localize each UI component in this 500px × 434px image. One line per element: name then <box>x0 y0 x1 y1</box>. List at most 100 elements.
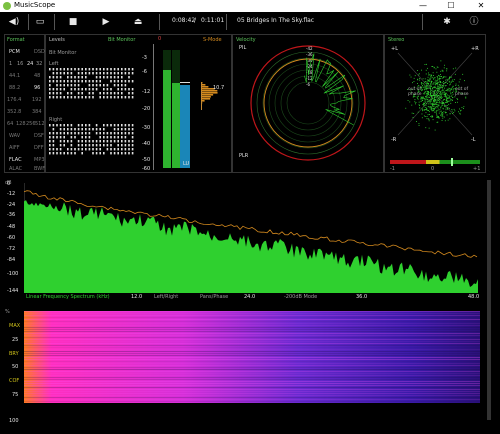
bit-cell <box>110 132 112 135</box>
spectrum-y-tick: -84 <box>7 257 16 263</box>
gonio-dot <box>418 123 420 125</box>
levels-title: Levels <box>49 37 65 43</box>
gonio-dot <box>437 88 438 90</box>
bit-cell <box>92 68 94 71</box>
bit-cell <box>106 132 109 135</box>
eject-icon[interactable]: ⏏ <box>132 16 144 28</box>
spectrum-pans-toggle[interactable]: Pans/Phase <box>200 294 228 300</box>
meter-scale: -3 -6 -12 -20 -30 -40 -50 -60 <box>142 35 154 172</box>
stop-icon[interactable]: ■ <box>67 16 79 28</box>
gonio-dot <box>458 81 460 83</box>
bit-cell <box>74 68 76 71</box>
bit-cell <box>77 80 80 83</box>
bit-cell <box>59 68 62 71</box>
gonio-dot <box>442 116 444 118</box>
info-icon[interactable]: ⓘ <box>468 16 480 28</box>
corr-max: +1 <box>473 166 481 172</box>
bit-cell <box>85 124 87 127</box>
bit-monitor-tab[interactable]: Bit Monitor <box>108 37 135 43</box>
close-button[interactable]: ✕ <box>470 0 492 12</box>
gonio-dot <box>448 103 450 105</box>
gonio-dot <box>410 76 412 78</box>
bit-cell <box>88 124 91 127</box>
gonio-dot <box>431 103 433 105</box>
gonio-dot <box>435 111 437 113</box>
gonio-dot <box>422 78 424 80</box>
play-icon[interactable]: ▶ <box>100 16 112 28</box>
scrollbar[interactable] <box>487 180 491 420</box>
bit-cell <box>106 72 109 75</box>
loudness-marker <box>180 82 190 83</box>
format-rate-96: 96 <box>34 85 41 91</box>
spectrum-mode-label[interactable]: Linear Frequency Spectrum (kHz) <box>26 294 110 300</box>
histogram-bar <box>201 106 202 108</box>
bit-cell <box>131 68 134 71</box>
bit-cell <box>92 144 94 147</box>
bit-cell <box>85 72 87 75</box>
bit-cell <box>99 152 101 155</box>
gonio-dot <box>434 94 436 96</box>
bit-cell <box>77 76 80 79</box>
format-rate-88: 88.2 <box>9 85 21 91</box>
bit-cell <box>113 96 116 99</box>
bit-cell <box>59 132 62 135</box>
bit-cell <box>106 124 109 127</box>
gonio-dot <box>438 79 440 81</box>
bit-cell <box>59 144 62 147</box>
bit-cell <box>63 128 65 131</box>
spectrogram-row <box>24 363 480 364</box>
gonio-dot <box>436 66 438 68</box>
gonio-dot <box>418 125 420 126</box>
maximize-button[interactable]: ☐ <box>440 0 462 12</box>
gonio-dot <box>427 109 429 111</box>
bit-cell <box>70 84 73 87</box>
bit-cell <box>106 88 109 91</box>
velocity-ring-label: -6 <box>306 82 310 87</box>
gonio-dot <box>418 104 420 106</box>
bit-cell <box>74 84 76 87</box>
gonio-dot <box>426 100 428 102</box>
spectrogram-row <box>24 333 480 334</box>
gonio-dot <box>444 111 446 113</box>
bit-cell <box>81 128 83 131</box>
bit-cell <box>131 96 134 99</box>
gonio-dot <box>427 85 429 86</box>
volume-icon[interactable]: ◀) <box>8 16 20 28</box>
settings-icon[interactable]: ✱ <box>441 16 453 28</box>
bit-cell <box>63 140 65 143</box>
bit-cell <box>59 136 62 139</box>
gonio-dot <box>439 76 441 78</box>
spectrogram-row <box>24 373 480 374</box>
gonio-dot <box>436 114 438 116</box>
gonio-dot <box>450 98 451 100</box>
gonio-dot <box>452 90 454 92</box>
gonio-dot <box>445 90 447 91</box>
gonio-dot <box>452 68 454 70</box>
spectrum-y-tick: -100 <box>7 271 19 277</box>
gonio-dot <box>431 85 432 87</box>
bit-cell <box>70 136 73 139</box>
minimize-button[interactable]: — <box>412 0 434 12</box>
spectrum-200db-toggle[interactable]: -200dB Mode <box>284 294 317 300</box>
spectrum-y-tick: -24 <box>7 202 16 208</box>
meter-scale-tick: -6 <box>142 69 147 75</box>
bit-cell <box>103 84 105 87</box>
bit-cell <box>49 124 51 127</box>
meter-scale-tick: -60 <box>142 166 151 172</box>
s-mode-label[interactable]: S-Mode <box>203 37 222 43</box>
gonio-dot <box>447 108 448 109</box>
bit-cell <box>59 124 62 127</box>
gonio-dot <box>436 83 438 84</box>
gonio-dot <box>426 118 428 120</box>
folder-icon[interactable]: ▭ <box>34 16 46 28</box>
bit-cell <box>121 84 123 87</box>
velocity-plot: -6-12-18-24-30-36-42 <box>250 45 366 161</box>
spectrum-leftright-toggle[interactable]: Left/Right <box>154 294 178 300</box>
gonio-dot <box>416 121 417 122</box>
bit-cell <box>67 72 69 75</box>
out-of-phase-right: out of phase <box>455 87 469 97</box>
bit-cell <box>95 148 98 151</box>
gonio-dot <box>434 100 436 102</box>
format-flac: FLAC <box>9 157 22 163</box>
bit-cell <box>67 84 69 87</box>
